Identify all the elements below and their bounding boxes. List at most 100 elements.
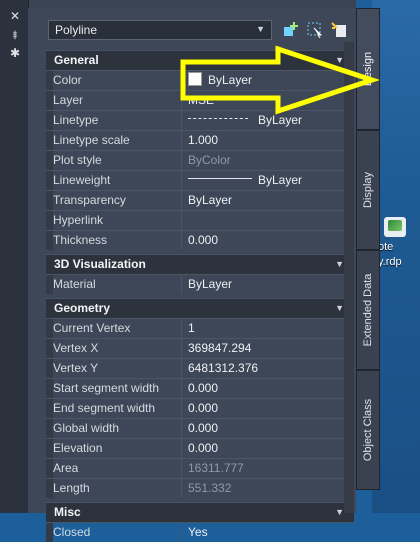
property-label: Closed xyxy=(53,525,91,539)
property-value: ByColor xyxy=(181,151,354,170)
property-row-hyperlink[interactable]: Hyperlink xyxy=(46,210,354,230)
property-label: Thickness xyxy=(53,233,108,247)
property-row-closed[interactable]: Closed Yes xyxy=(46,522,354,542)
property-value[interactable]: 0.000 xyxy=(181,419,354,438)
chevron-down-icon: ▼ xyxy=(256,24,265,34)
property-row-thickness[interactable]: Thickness 0.000 xyxy=(46,230,354,250)
collapse-icon[interactable]: ▼ xyxy=(335,255,344,274)
property-row-vertex-y[interactable]: Vertex Y 6481312.376 xyxy=(46,358,354,378)
property-value[interactable]: 6481312.376 xyxy=(181,359,354,378)
property-label: Hyperlink xyxy=(53,213,104,227)
palette-tab-strip: Design Display Extended Data Object Clas… xyxy=(356,0,382,513)
lineweight-preview-icon xyxy=(188,178,252,180)
property-value[interactable]: 1 xyxy=(181,319,354,338)
property-label: Linetype scale xyxy=(53,133,130,147)
category-general[interactable]: General ▼ xyxy=(46,50,354,70)
settings-icon[interactable]: ✱ xyxy=(9,47,21,59)
property-value[interactable]: ByLayer xyxy=(181,171,354,190)
tab-label: Design xyxy=(362,51,374,87)
property-value[interactable]: 0.000 xyxy=(181,231,354,250)
category-title: 3D Visualization xyxy=(54,257,146,271)
properties-palette: ✕ ⯒ ✱ Polyline ▼ General ▼ Color ByLayer… xyxy=(0,0,356,542)
property-label: Elevation xyxy=(53,441,103,455)
category-misc[interactable]: Misc ▼ xyxy=(46,502,354,522)
property-label: Linetype xyxy=(53,113,99,127)
color-value: ByLayer xyxy=(208,73,253,87)
property-value: 551.332 xyxy=(181,479,354,498)
tab-object-class[interactable]: Object Class xyxy=(356,370,380,490)
property-value[interactable]: ByLayer xyxy=(181,71,354,90)
property-value[interactable]: 0.000 xyxy=(181,379,354,398)
property-label: Length xyxy=(53,481,90,495)
palette-titlebar: ✕ ⯒ ✱ xyxy=(0,0,29,513)
color-swatch-icon xyxy=(188,72,202,86)
property-value[interactable]: MSE xyxy=(181,91,354,110)
property-label: Vertex X xyxy=(53,341,99,355)
property-row-end-segment-width[interactable]: End segment width 0.000 xyxy=(46,398,354,418)
collapse-icon[interactable]: ▼ xyxy=(335,51,344,70)
property-value[interactable]: 0.000 xyxy=(181,399,354,418)
tab-extended-data[interactable]: Extended Data xyxy=(356,250,380,370)
property-row-material[interactable]: Material ByLayer xyxy=(46,274,354,294)
property-row-linetype[interactable]: Linetype ByLayer xyxy=(46,110,354,130)
property-row-color[interactable]: Color ByLayer xyxy=(46,70,354,90)
quick-select-icon[interactable] xyxy=(330,21,348,39)
property-row-transparency[interactable]: Transparency ByLayer xyxy=(46,190,354,210)
property-label: Area xyxy=(53,461,79,475)
property-label: Vertex Y xyxy=(53,361,99,375)
property-row-area[interactable]: Area 16311.777 xyxy=(46,458,354,478)
property-label: Plot style xyxy=(53,153,102,167)
property-value[interactable]: ByLayer xyxy=(181,191,354,210)
property-label: Lineweight xyxy=(53,173,111,187)
property-row-plot-style[interactable]: Plot style ByColor xyxy=(46,150,354,170)
property-grid: General ▼ Color ByLayer Layer MSE Linety… xyxy=(46,50,354,542)
category-3d-visualization[interactable]: 3D Visualization ▼ xyxy=(46,254,354,274)
property-row-start-segment-width[interactable]: Start segment width 0.000 xyxy=(46,378,354,398)
scrollbar[interactable] xyxy=(344,42,354,513)
lineweight-value: ByLayer xyxy=(258,173,303,187)
property-value: 16311.777 xyxy=(181,459,354,478)
property-label: Material xyxy=(53,277,96,291)
property-row-current-vertex[interactable]: Current Vertex 1 xyxy=(46,318,354,338)
property-row-global-width[interactable]: Global width 0.000 xyxy=(46,418,354,438)
object-type-select[interactable]: Polyline ▼ xyxy=(48,20,272,40)
property-value[interactable] xyxy=(181,211,354,230)
select-objects-icon[interactable] xyxy=(306,21,324,39)
category-geometry[interactable]: Geometry ▼ xyxy=(46,298,354,318)
property-label: Transparency xyxy=(53,193,126,207)
property-row-length[interactable]: Length 551.332 xyxy=(46,478,354,498)
property-label: Global width xyxy=(53,421,120,435)
property-value[interactable]: Yes xyxy=(181,523,354,542)
tab-display[interactable]: Display xyxy=(356,130,380,250)
selection-toolbar: Polyline ▼ xyxy=(28,20,356,42)
property-label: Start segment width xyxy=(53,381,160,395)
toggle-pickadd-icon[interactable] xyxy=(282,21,300,39)
category-title: Geometry xyxy=(54,301,111,315)
property-row-layer[interactable]: Layer MSE xyxy=(46,90,354,110)
property-row-lineweight[interactable]: Lineweight ByLayer xyxy=(46,170,354,190)
close-icon[interactable]: ✕ xyxy=(9,10,21,22)
tab-label: Display xyxy=(362,171,374,209)
properties-panel: Polyline ▼ General ▼ Color ByLayer Layer… xyxy=(28,8,356,542)
property-value[interactable]: 0.000 xyxy=(181,439,354,458)
property-label: End segment width xyxy=(53,401,156,415)
tab-label: Object Class xyxy=(362,398,374,462)
autohide-icon[interactable]: ⯒ xyxy=(9,29,21,41)
property-value[interactable]: ByLayer xyxy=(181,111,354,130)
property-label: Layer xyxy=(53,93,84,107)
property-value[interactable]: 1.000 xyxy=(181,131,354,150)
tab-label: Extended Data xyxy=(362,273,374,347)
category-title: Misc xyxy=(54,505,81,519)
linetype-value: ByLayer xyxy=(258,113,303,127)
tab-design[interactable]: Design xyxy=(356,8,380,130)
property-row-vertex-x[interactable]: Vertex X 369847.294 xyxy=(46,338,354,358)
category-title: General xyxy=(54,53,99,67)
remote-desktop-icon[interactable] xyxy=(384,217,406,237)
property-value[interactable]: ByLayer xyxy=(181,275,354,294)
collapse-icon[interactable]: ▼ xyxy=(335,299,344,318)
property-value[interactable]: 369847.294 xyxy=(181,339,354,358)
property-row-linetype-scale[interactable]: Linetype scale 1.000 xyxy=(46,130,354,150)
property-row-elevation[interactable]: Elevation 0.000 xyxy=(46,438,354,458)
linetype-preview-icon xyxy=(188,118,248,120)
object-type-value: Polyline xyxy=(55,23,98,37)
